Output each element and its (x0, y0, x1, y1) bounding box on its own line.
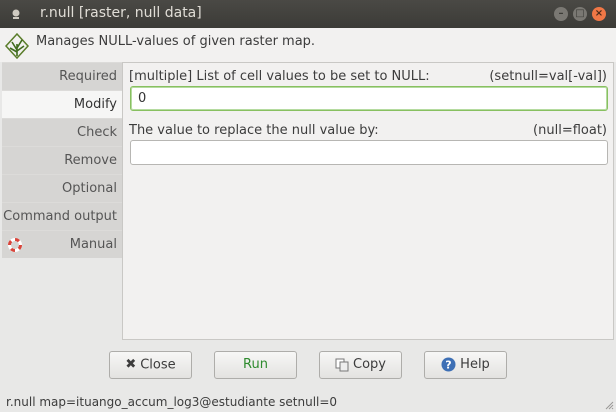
null-label: The value to replace the null value by: (129, 123, 379, 138)
tab-label: Modify (73, 97, 117, 112)
tab-label: Command output (3, 209, 117, 224)
resize-grip-icon[interactable] (604, 400, 614, 410)
tab-modify[interactable]: Modify (2, 90, 123, 118)
lifebuoy-icon (8, 238, 22, 252)
null-param: (null=float) (533, 123, 607, 138)
modify-panel: [multiple] List of cell values to be set… (122, 62, 614, 340)
setnull-label: [multiple] List of cell values to be set… (129, 69, 430, 84)
tab-label: Required (59, 69, 117, 84)
sidebar: Required Modify Check Remove Optional Co… (2, 62, 123, 258)
help-button[interactable]: ? Help (424, 351, 507, 379)
tab-label: Optional (62, 181, 117, 196)
null-input[interactable] (130, 140, 608, 165)
minimize-icon[interactable]: – (554, 7, 568, 21)
tab-label: Check (77, 125, 117, 140)
app-icon (12, 9, 20, 19)
run-button-label: Run (243, 357, 268, 372)
tab-label: Manual (69, 237, 117, 252)
tab-manual[interactable]: Manual (2, 230, 123, 258)
tab-check[interactable]: Check (2, 118, 123, 146)
close-window-icon[interactable]: × (592, 7, 606, 21)
svg-text:?: ? (445, 359, 451, 372)
close-icon: ✖ (125, 357, 137, 372)
command-preview: r.null map=ituango_accum_log3@estudiante… (6, 395, 338, 409)
module-header: Manages NULL-values of given raster map. (0, 28, 616, 62)
tab-command-output[interactable]: Command output (2, 202, 123, 230)
copy-button-label: Copy (353, 357, 386, 372)
copy-icon (335, 358, 349, 371)
copy-button[interactable]: Copy (319, 351, 402, 379)
tab-required[interactable]: Required (2, 62, 123, 90)
maximize-icon[interactable]: □ (573, 7, 587, 21)
run-button[interactable]: Run (214, 351, 297, 379)
title-bar: r.null [raster, null data] – □ × (0, 0, 616, 28)
grass-logo-icon (4, 32, 30, 60)
tab-remove[interactable]: Remove (2, 146, 123, 174)
setnull-input[interactable] (130, 86, 608, 111)
close-button-label: Close (140, 357, 176, 373)
module-description: Manages NULL-values of given raster map. (36, 34, 316, 49)
help-button-label: Help (460, 357, 490, 372)
close-button[interactable]: ✖ Close (109, 351, 192, 379)
window-title: r.null [raster, null data] (40, 5, 202, 21)
setnull-param: (setnull=val[-val]) (489, 69, 607, 84)
tab-optional[interactable]: Optional (2, 174, 123, 202)
tab-label: Remove (64, 153, 117, 168)
help-icon: ? (441, 357, 456, 372)
status-bar: r.null map=ituango_accum_log3@estudiante… (0, 393, 616, 412)
